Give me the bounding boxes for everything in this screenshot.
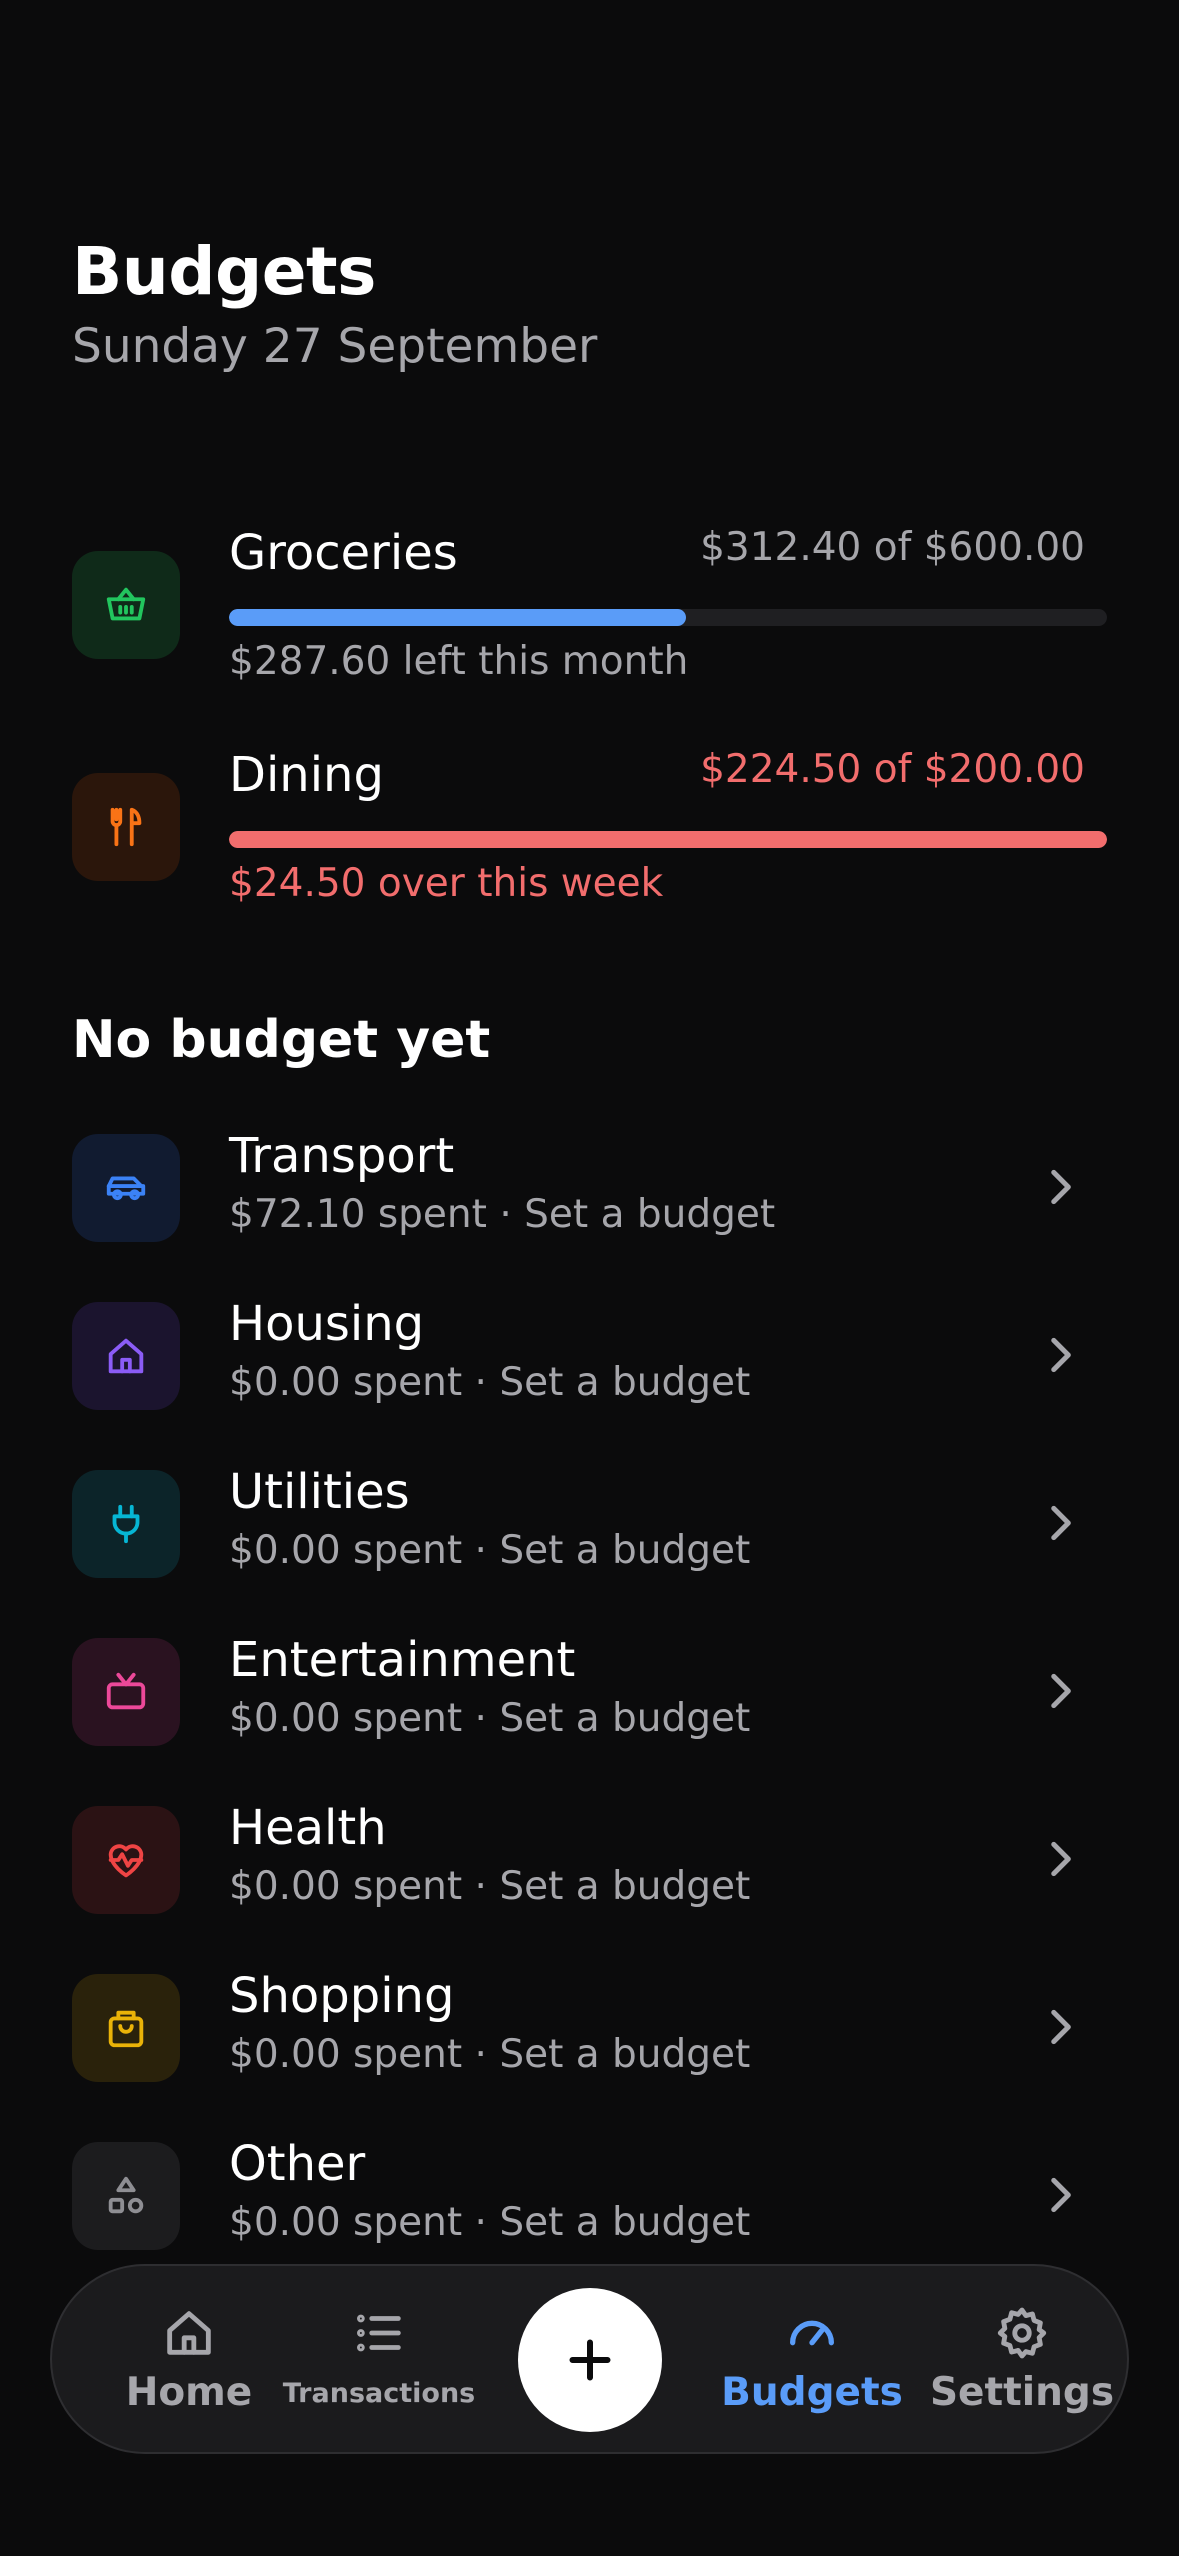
chevron-right-icon — [1051, 1841, 1071, 1877]
shapes-icon — [72, 2142, 180, 2250]
budget-name: Dining — [229, 747, 384, 803]
plus-icon — [569, 2339, 611, 2381]
tab-label: Budgets — [721, 2370, 903, 2415]
category-item-shopping[interactable]: Shopping $0.00 spent · Set a budget — [72, 1968, 1107, 2084]
car-icon — [72, 1134, 180, 1242]
section-title: No budget yet — [72, 1010, 491, 1070]
tab-home[interactable]: Home — [94, 2266, 284, 2452]
budget-note: $287.60 left this month — [229, 639, 689, 684]
budget-progress-track — [229, 609, 1107, 626]
tab-label: Transactions — [282, 2378, 476, 2409]
category-item-health[interactable]: Health $0.00 spent · Set a budget — [72, 1800, 1107, 1916]
category-sub: $0.00 spent · Set a budget — [229, 1528, 751, 1573]
category-sub: $0.00 spent · Set a budget — [229, 1696, 751, 1741]
page-date: Sunday 27 September — [72, 319, 598, 375]
tab-settings[interactable]: Settings — [922, 2266, 1122, 2452]
budget-amount: $224.50 of $200.00 — [700, 747, 1085, 792]
category-sub: $0.00 spent · Set a budget — [229, 2032, 751, 2077]
category-name: Housing — [229, 1296, 425, 1352]
tab-budgets[interactable]: Budgets — [712, 2266, 912, 2452]
page-header: Budgets Sunday 27 September — [72, 232, 597, 374]
gear-icon — [997, 2307, 1047, 2359]
category-name: Other — [229, 2136, 366, 2192]
add-transaction-button[interactable] — [518, 2288, 662, 2432]
chevron-right-icon — [1051, 1505, 1071, 1541]
category-sub: $72.10 spent · Set a budget — [229, 1192, 776, 1237]
category-item-other[interactable]: Other $0.00 spent · Set a budget — [72, 2136, 1107, 2252]
category-name: Health — [229, 1800, 387, 1856]
chevron-right-icon — [1051, 2177, 1071, 2213]
basket-icon — [72, 551, 180, 659]
category-sub: $0.00 spent · Set a budget — [229, 1864, 751, 1909]
budget-item-dining[interactable]: Dining $224.50 of $200.00 $24.50 over th… — [72, 747, 1107, 917]
fork-knife-icon — [72, 773, 180, 881]
chevron-right-icon — [1051, 1337, 1071, 1373]
gauge-icon — [790, 2320, 834, 2346]
category-name: Utilities — [229, 1464, 410, 1520]
category-item-utilities[interactable]: Utilities $0.00 spent · Set a budget — [72, 1464, 1107, 1580]
tv-icon — [72, 1638, 180, 1746]
category-name: Transport — [229, 1128, 455, 1184]
tab-label: Settings — [929, 2370, 1115, 2415]
chevron-right-icon — [1051, 2009, 1071, 2045]
category-item-entertainment[interactable]: Entertainment $0.00 spent · Set a budget — [72, 1632, 1107, 1748]
budget-amount: $312.40 of $600.00 — [700, 525, 1085, 570]
tab-bar: Home Transactions Budgets Settings — [50, 2264, 1129, 2454]
category-name: Shopping — [229, 1968, 455, 2024]
budget-note: $24.50 over this week — [229, 861, 664, 906]
tab-label: Home — [125, 2370, 253, 2415]
category-sub: $0.00 spent · Set a budget — [229, 2200, 751, 2245]
plug-icon — [72, 1470, 180, 1578]
chevron-right-icon — [1051, 1169, 1071, 1205]
budget-progress-fill — [229, 609, 686, 626]
category-item-housing[interactable]: Housing $0.00 spent · Set a budget — [72, 1296, 1107, 1412]
heart-pulse-icon — [72, 1806, 180, 1914]
page-title: Budgets — [72, 233, 376, 310]
budget-name: Groceries — [229, 525, 458, 581]
budget-progress-track — [229, 831, 1107, 848]
category-item-transport[interactable]: Transport $72.10 spent · Set a budget — [72, 1128, 1107, 1244]
shopping-bag-icon — [72, 1974, 180, 2082]
house-icon — [72, 1302, 180, 1410]
chevron-right-icon — [1051, 1673, 1071, 1709]
budget-item-groceries[interactable]: Groceries $312.40 of $600.00 $287.60 lef… — [72, 525, 1107, 695]
category-sub: $0.00 spent · Set a budget — [229, 1360, 751, 1405]
budget-progress-fill — [229, 831, 1107, 848]
category-name: Entertainment — [229, 1632, 576, 1688]
list-icon — [357, 2314, 401, 2352]
home-icon — [167, 2311, 211, 2355]
tab-transactions[interactable]: Transactions — [274, 2266, 484, 2452]
